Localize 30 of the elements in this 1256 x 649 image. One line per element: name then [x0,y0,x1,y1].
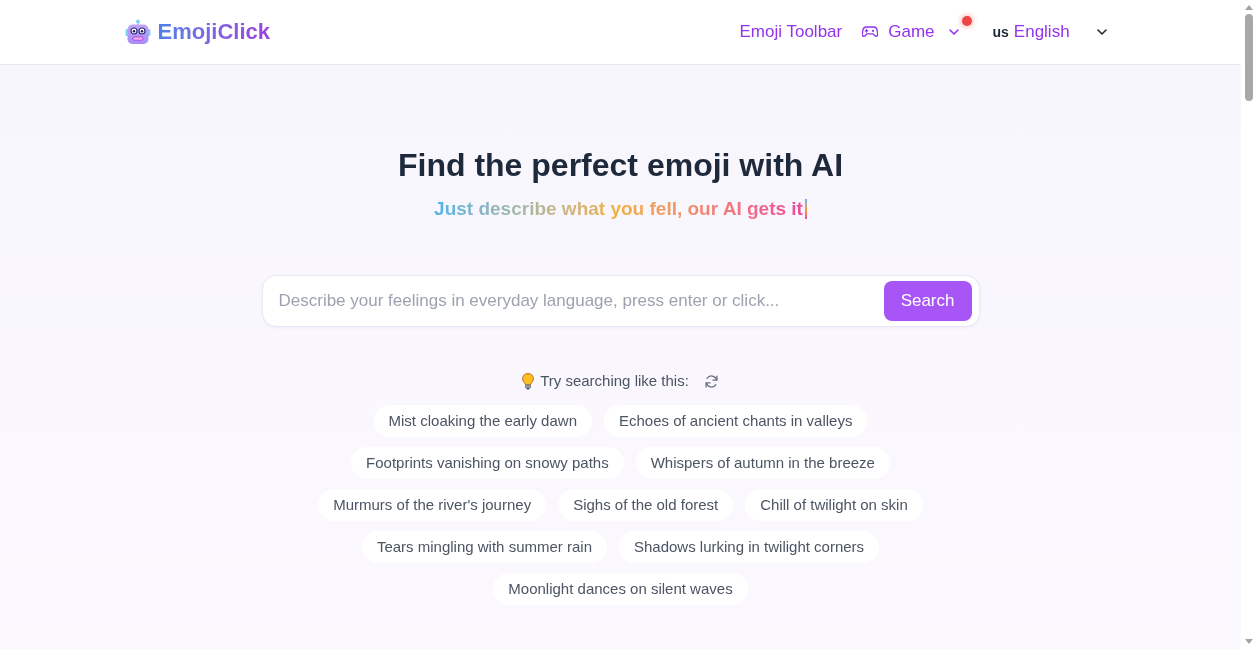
scroll-down-icon[interactable] [1244,639,1253,644]
suggestion-chip[interactable]: Whispers of autumn in the breeze [635,447,890,479]
light-bulb-icon [522,372,535,390]
nav-link[interactable]: Emoji Toolbar [739,19,843,45]
hero-title: Find the perfect emoji with AI [397,146,844,185]
search-input[interactable]: Describe your feelings in everyday language, press enter or click... [278,288,884,314]
robot-logo-icon [124,19,151,45]
nav-menu-button[interactable]: Game [862,19,959,45]
suggestion-chip[interactable]: Footprints vanishing on snowy paths [351,447,624,479]
suggestion-chip[interactable]: Shadows lurking in twilight corners [619,531,880,563]
language-label: English [1013,21,1070,44]
chevron-down-icon [1096,29,1107,35]
scrollbar-thumb[interactable] [1244,14,1253,101]
language-select[interactable]: us English [992,19,1107,45]
suggestion-chip[interactable]: Echoes of ancient chants in valleys [604,405,868,437]
search-button[interactable]: Search [883,281,972,321]
gamepad-icon [862,26,879,38]
chevron-down-icon [948,29,959,35]
refresh-icon[interactable] [703,373,719,389]
suggestion-chip[interactable]: Sighs of the old forest [558,489,734,521]
scroll-up-icon[interactable] [1244,5,1253,10]
search-box[interactable]: Describe your feelings in everyday language, press enter or click... Search [261,275,980,327]
flag-code: us [992,22,1009,42]
suggestion-chip[interactable]: Murmurs of the river's journey [318,489,547,521]
suggestion-chip[interactable]: Chill of twilight on skin [745,489,923,521]
text-cursor-icon [804,199,807,219]
suggestion-chip[interactable]: Moonlight dances on silent waves [493,573,748,605]
suggestion-chip[interactable]: Mist cloaking the early dawn [373,405,592,437]
suggestions-label: Try searching like this: [540,370,689,391]
suggestion-chip[interactable]: Tears mingling with summer rain [361,531,607,563]
